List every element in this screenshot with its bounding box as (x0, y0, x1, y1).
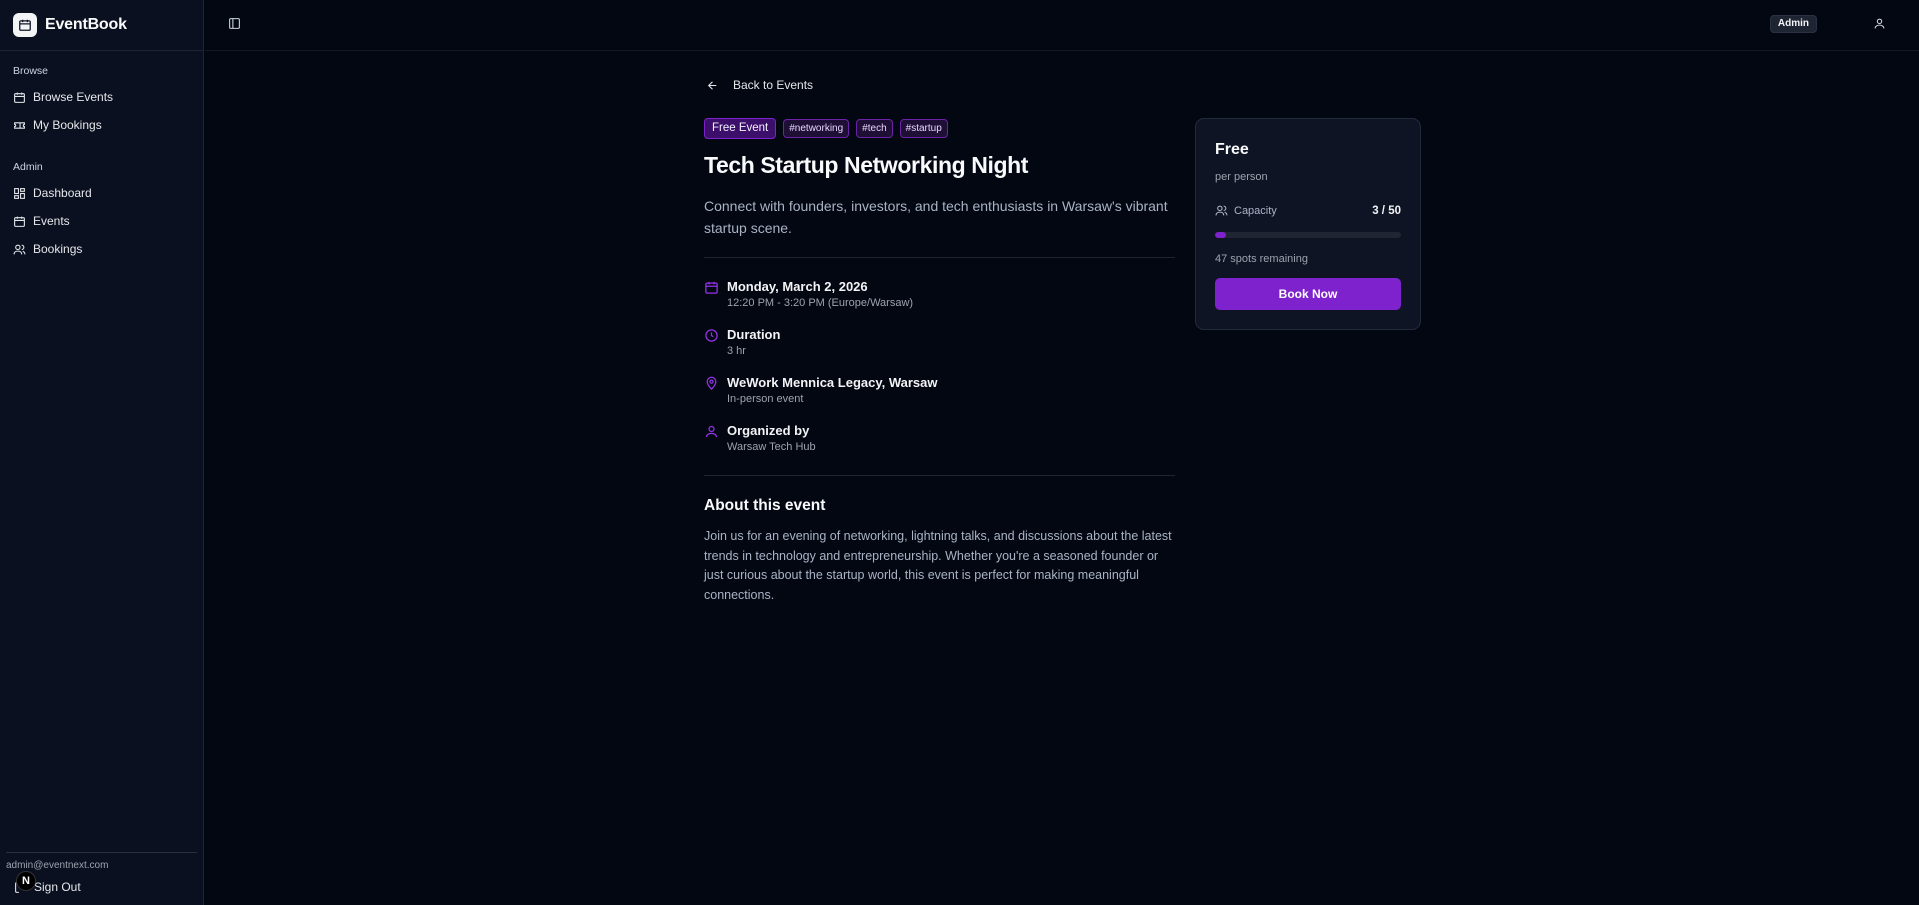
price: Free (1215, 141, 1249, 158)
event-organizer: Organized by Warsaw Tech Hub (704, 423, 816, 453)
user-email: admin@eventnext.com (6, 860, 109, 871)
back-label: Back to Events (733, 78, 814, 92)
sidebar-item-label: My Bookings (33, 118, 102, 132)
detail-subtitle: 12:20 PM - 3:20 PM (Europe/Warsaw) (727, 297, 914, 309)
event-duration: Duration 3 hr (704, 327, 780, 357)
free-event-badge: Free Event (704, 118, 777, 139)
sidebar-item-browse-events[interactable]: Browse Events (0, 83, 203, 111)
location-pin-icon (706, 376, 717, 391)
event-tags: Free Event #networking #tech #startup (704, 118, 948, 139)
sidebar-item-bookings[interactable]: Bookings (0, 235, 203, 263)
tag-networking: #networking (783, 119, 850, 138)
sidebar-toggle-icon[interactable] (228, 17, 241, 33)
top-bar: Admin (205, 0, 1919, 51)
divider (704, 257, 1175, 258)
app-name: EventBook (45, 16, 127, 33)
users-icon (1215, 205, 1228, 216)
price-unit: per person (1215, 171, 1268, 183)
detail-title: Duration (727, 327, 781, 342)
nav-group-browse: Browse (13, 65, 49, 77)
user-icon (705, 425, 718, 438)
spots-remaining: 47 spots remaining (1215, 253, 1308, 265)
capacity-value: 3 / 50 (1372, 204, 1401, 217)
event-title: Tech Startup Networking Night (704, 152, 1029, 178)
sidebar-item-events[interactable]: Events (0, 207, 203, 235)
capacity-label: Capacity (1234, 204, 1277, 217)
tag-startup: #startup (899, 119, 948, 138)
detail-title: Organized by (727, 423, 810, 438)
users-icon (13, 244, 26, 254)
sidebar-item-label: Events (33, 214, 70, 228)
calendar-logo-icon (13, 13, 37, 37)
detail-subtitle: 3 hr (727, 345, 746, 357)
calendar-icon (14, 92, 25, 103)
user-menu-icon[interactable] (1873, 17, 1886, 33)
sidebar: EventBook Browse Browse Events My Bookin… (0, 0, 204, 905)
capacity-progress-bar (1215, 232, 1401, 238)
calendar-icon (14, 216, 25, 227)
back-to-events-link[interactable]: Back to Events (706, 78, 813, 92)
detail-subtitle: In-person event (727, 393, 804, 405)
role-badge: Admin (1769, 15, 1817, 33)
sidebar-item-label: Dashboard (33, 186, 92, 200)
event-date: Monday, March 2, 2026 12:20 PM - 3:20 PM… (704, 279, 913, 309)
brand[interactable]: EventBook (0, 0, 203, 51)
sidebar-item-my-bookings[interactable]: My Bookings (0, 111, 203, 139)
nav-group-admin: Admin (13, 161, 43, 173)
arrow-left-icon (707, 80, 717, 90)
detail-subtitle: Warsaw Tech Hub (727, 441, 816, 453)
sidebar-item-label: Browse Events (33, 90, 114, 104)
capacity-row: Capacity 3 / 50 (1215, 204, 1401, 217)
dev-tools-badge-icon[interactable]: N (16, 871, 36, 891)
detail-title: WeWork Mennica Legacy, Warsaw (727, 375, 938, 390)
tag-tech: #tech (856, 119, 893, 138)
book-now-button[interactable]: Book Now (1215, 278, 1401, 310)
detail-title: Monday, March 2, 2026 (727, 279, 868, 294)
divider (704, 475, 1175, 476)
calendar-icon (705, 281, 718, 294)
sidebar-item-label: Bookings (33, 242, 83, 256)
clock-icon (705, 329, 718, 342)
dashboard-icon (14, 187, 25, 199)
capacity-progress-fill (1215, 232, 1227, 238)
event-location: WeWork Mennica Legacy, Warsaw In-person … (704, 375, 937, 405)
about-heading: About this event (704, 497, 826, 514)
about-text: Join us for an evening of networking, li… (704, 529, 1172, 602)
sidebar-item-dashboard[interactable]: Dashboard (0, 179, 203, 207)
sign-out-label: Sign Out (34, 880, 81, 894)
booking-card: Free per person Capacity 3 / 50 47 spots… (1195, 118, 1421, 330)
ticket-icon (14, 121, 25, 129)
event-subtitle: Connect with founders, investors, and te… (704, 198, 1168, 236)
